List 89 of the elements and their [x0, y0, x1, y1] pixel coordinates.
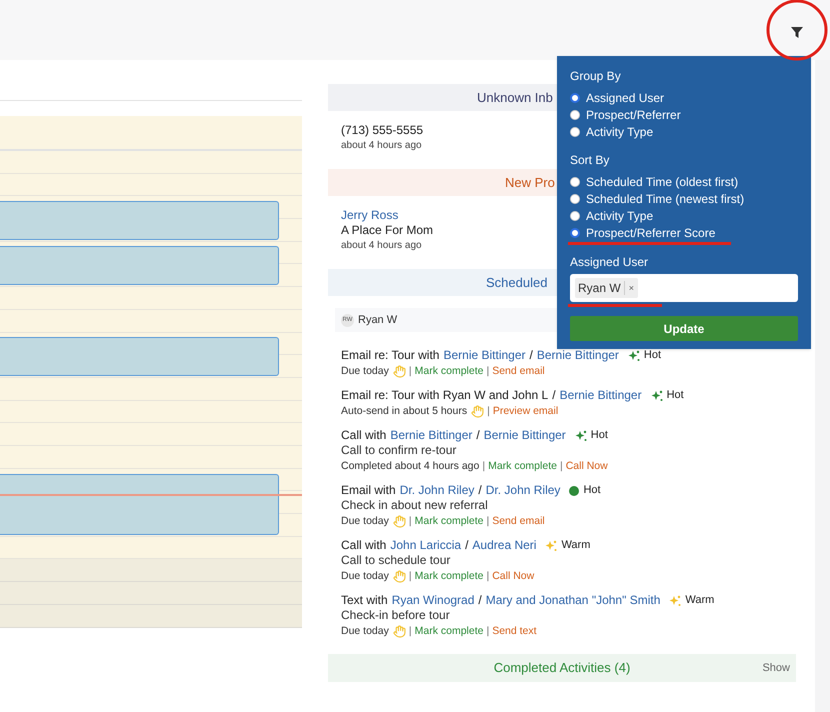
contact-link[interactable]: Bernie Bittinger: [560, 388, 642, 403]
due-status: Due today: [341, 624, 389, 638]
separator: |: [560, 459, 563, 473]
contact-link[interactable]: Dr. John Riley: [400, 483, 474, 498]
contact-link[interactable]: Dr. John Riley: [486, 483, 560, 498]
radio-label: Activity Type: [586, 208, 654, 224]
mark-complete-link[interactable]: Mark complete: [414, 624, 484, 638]
filter-icon: [791, 27, 803, 39]
contact-link[interactable]: Ryan Winograd: [392, 593, 474, 608]
item-title: (713) 555-5555: [341, 123, 424, 138]
activity-note: Call to confirm re-tour: [341, 443, 456, 458]
activity-note: Check in about new referral: [341, 498, 488, 513]
separator: |: [482, 459, 486, 473]
contact-link[interactable]: Bernie Bittinger: [443, 348, 526, 363]
activity-note: Call to schedule tour: [341, 553, 450, 568]
action-link[interactable]: Send email: [492, 364, 545, 378]
activity-title: Call with: [341, 538, 386, 553]
user-select-field[interactable]: Ryan W ×: [570, 274, 798, 302]
activity-title: /: [478, 593, 482, 608]
radio-label: Scheduled Time (oldest first): [586, 174, 738, 190]
user-chip: Ryan W ×: [575, 278, 638, 298]
action-link[interactable]: Send text: [492, 624, 537, 638]
radio-button[interactable]: [570, 92, 580, 102]
radio-button[interactable]: [570, 210, 580, 220]
timestamp: about 4 hours ago: [341, 239, 422, 253]
score-label: Hot: [666, 388, 684, 403]
mark-complete-link[interactable]: Mark complete: [414, 569, 484, 583]
action-link[interactable]: Call Now: [492, 569, 534, 583]
completed-title: Completed Activities (4): [494, 659, 630, 678]
separator: |: [486, 514, 490, 528]
score-label: Hot: [590, 428, 608, 443]
activity-title: Call with: [341, 428, 386, 443]
contact-link[interactable]: Bernie Bittinger: [390, 428, 472, 443]
activity-title: Text with: [341, 593, 388, 608]
mark-complete-link[interactable]: Mark complete: [414, 364, 484, 378]
activity-title: Email re: Tour with: [341, 348, 440, 363]
due-status: Due today: [341, 364, 389, 378]
action-link[interactable]: Send email: [492, 514, 545, 528]
radio-label: Activity Type: [586, 124, 654, 140]
contact-link[interactable]: John Lariccia: [390, 538, 462, 553]
separator: |: [486, 364, 490, 378]
activity-title: /: [478, 483, 482, 498]
action-link[interactable]: Call Now: [566, 459, 608, 473]
activity-title: /: [476, 428, 480, 443]
activity-title: /: [552, 388, 556, 403]
separator: |: [487, 404, 490, 418]
remove-chip-button[interactable]: ×: [624, 281, 638, 295]
separator: |: [408, 514, 412, 528]
update-button[interactable]: Update: [570, 316, 798, 341]
timestamp: about 4 hours ago: [341, 139, 422, 153]
radio-button[interactable]: [570, 110, 580, 120]
field-label: Assigned User: [570, 254, 650, 271]
radio-button[interactable]: [570, 126, 580, 136]
mark-complete-link[interactable]: Mark complete: [488, 459, 557, 473]
contact-link[interactable]: Mary and Jonathan "John" Smith: [486, 593, 660, 608]
group-heading: Group By: [570, 68, 622, 84]
separator: |: [408, 569, 412, 583]
radio-label: Prospect/Referrer Score: [586, 224, 716, 242]
activity-title: Email with: [341, 483, 396, 498]
group-name: Ryan W: [358, 312, 398, 328]
separator: |: [408, 624, 412, 638]
activity-title: /: [465, 538, 468, 553]
separator: |: [486, 624, 490, 638]
due-status: Auto-send in about 5 hours: [341, 404, 468, 418]
radio-button[interactable]: [570, 176, 580, 186]
score-label: Warm: [685, 593, 714, 608]
due-status: Due today: [341, 514, 389, 528]
score-label: Warm: [561, 538, 590, 553]
score-label: Hot: [583, 483, 601, 498]
due-status: Due today: [341, 569, 389, 583]
separator: |: [408, 364, 412, 378]
contact-link[interactable]: Jerry Ross: [341, 208, 398, 223]
separator: |: [486, 569, 490, 583]
item-title: A Place For Mom: [341, 223, 434, 238]
group-heading: Sort By: [570, 152, 610, 168]
due-status: Completed about 4 hours ago: [341, 459, 480, 473]
contact-link[interactable]: Audrea Neri: [472, 538, 536, 553]
activity-title: Email re: Tour with Ryan W and John L: [341, 388, 548, 403]
radio-label: Assigned User: [586, 90, 664, 106]
contact-link[interactable]: Bernie Bittinger: [536, 348, 619, 363]
action-link[interactable]: Preview email: [492, 404, 558, 418]
score-label: Hot: [644, 348, 662, 363]
activity-title: /: [530, 348, 533, 363]
mark-complete-link[interactable]: Mark complete: [414, 514, 484, 528]
show-toggle[interactable]: Show: [762, 660, 790, 676]
contact-link[interactable]: Bernie Bittinger: [484, 428, 566, 443]
radio-button[interactable]: [570, 228, 580, 238]
activity-note: Check-in before tour: [341, 608, 450, 623]
radio-button[interactable]: [570, 194, 580, 204]
